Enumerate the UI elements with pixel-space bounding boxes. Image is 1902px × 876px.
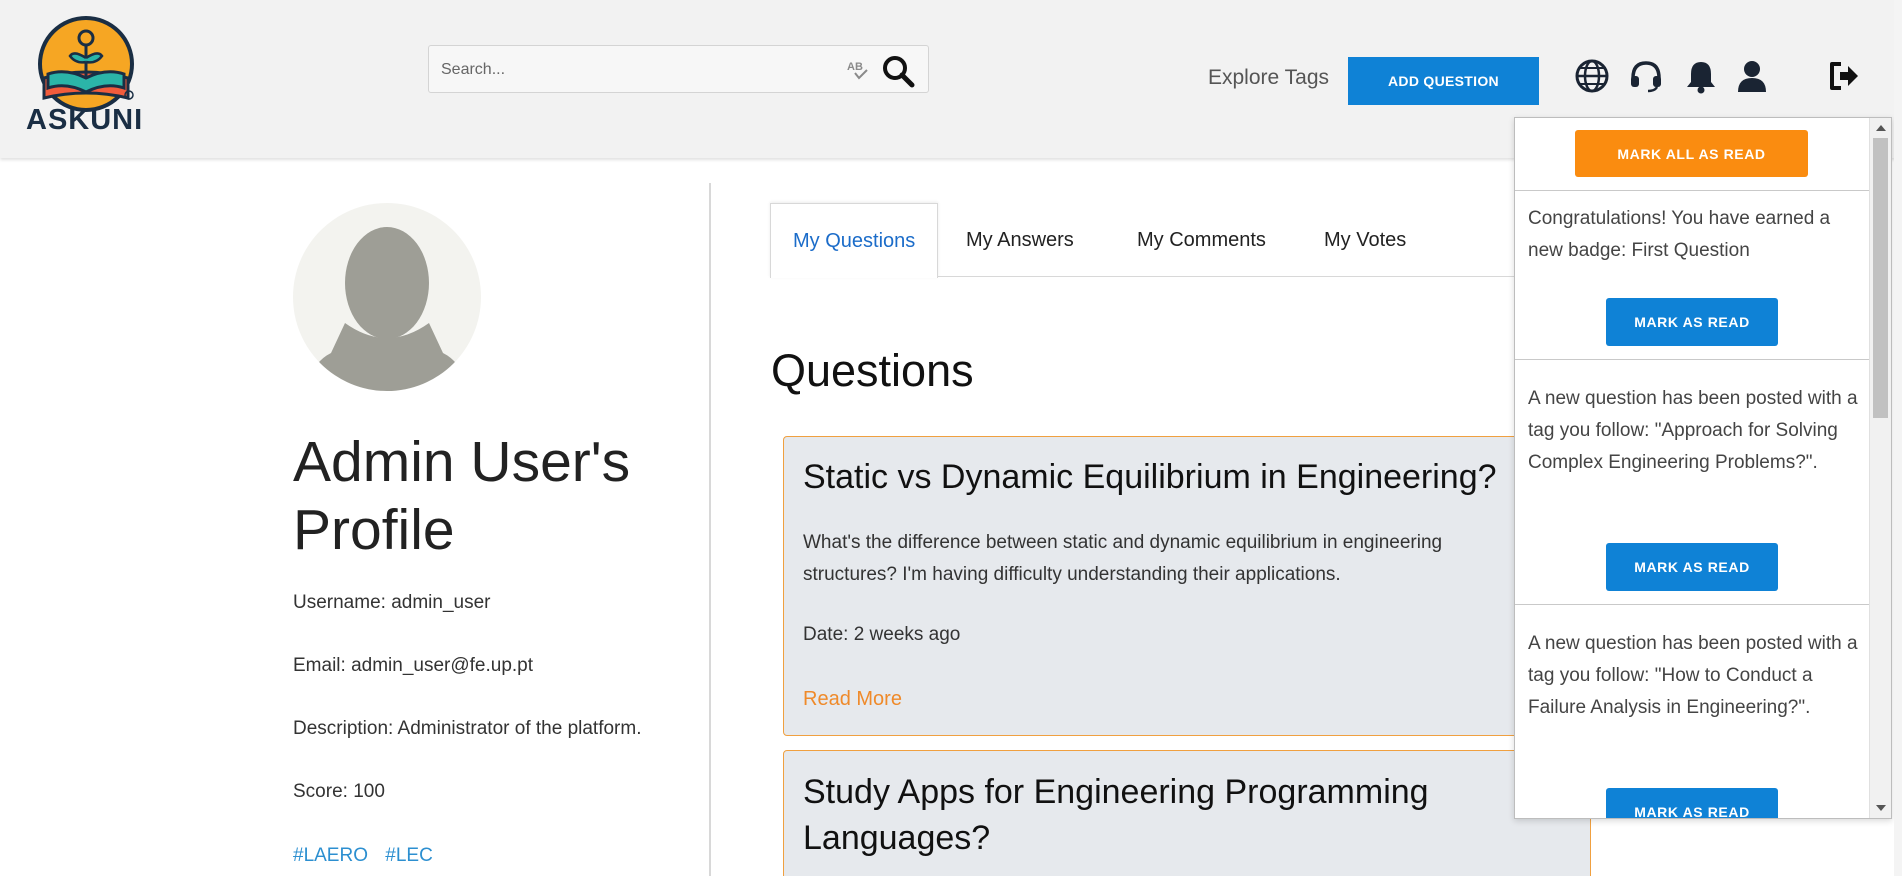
question-card: Static vs Dynamic Equilibrium in Enginee… bbox=[783, 436, 1591, 736]
section-title: Questions bbox=[771, 345, 974, 396]
svg-text:AB: AB bbox=[847, 61, 863, 73]
logo-text: ASKUNI bbox=[26, 104, 144, 136]
profile-tabs: My Questions My Answers My Comments My V… bbox=[770, 203, 1590, 278]
notification-message: A new question has been posted with a ta… bbox=[1528, 633, 1858, 718]
mark-as-read-button[interactable]: MARK AS READ bbox=[1606, 543, 1778, 591]
mark-as-read-button[interactable]: MARK AS READ bbox=[1606, 788, 1778, 818]
tag-link[interactable]: #LEC bbox=[385, 845, 433, 866]
globe-icon[interactable] bbox=[1574, 58, 1610, 94]
search-input[interactable] bbox=[441, 58, 821, 82]
profile-score: Score: 100 bbox=[293, 781, 385, 802]
profile-username: Username: admin_user bbox=[293, 592, 491, 613]
profile-description: Description: Administrator of the platfo… bbox=[293, 718, 642, 739]
explore-tags-link[interactable]: Explore Tags bbox=[1208, 66, 1329, 90]
mark-as-read-button[interactable]: MARK AS READ bbox=[1606, 298, 1778, 346]
page-scrollbar[interactable] bbox=[1894, 0, 1902, 876]
divider bbox=[1515, 604, 1869, 605]
profile-title: Admin User's Profile bbox=[293, 430, 631, 562]
dropdown-scrollbar[interactable] bbox=[1869, 118, 1891, 818]
profile-tags: #LAERO #LEC bbox=[293, 845, 445, 867]
divider bbox=[1515, 359, 1869, 360]
tab-my-votes[interactable]: My Votes bbox=[1302, 203, 1428, 277]
tag-link[interactable]: #LAERO bbox=[293, 845, 368, 866]
scroll-thumb[interactable] bbox=[1873, 138, 1888, 418]
column-divider bbox=[709, 183, 711, 876]
tab-my-comments[interactable]: My Comments bbox=[1115, 203, 1288, 277]
user-icon[interactable] bbox=[1734, 58, 1770, 94]
divider bbox=[1515, 190, 1869, 191]
scroll-down-icon[interactable] bbox=[1876, 805, 1886, 811]
profile-avatar bbox=[293, 203, 481, 391]
notification-message: A new question has been posted with a ta… bbox=[1528, 388, 1858, 473]
question-card: Study Apps for Engineering Programming L… bbox=[783, 750, 1591, 876]
search-icon[interactable] bbox=[881, 54, 915, 88]
headset-icon[interactable] bbox=[1628, 58, 1664, 94]
logout-icon[interactable] bbox=[1826, 58, 1862, 94]
notification-message: Congratulations! You have earned a new b… bbox=[1528, 208, 1831, 261]
question-body: What's the difference between static and… bbox=[803, 532, 1443, 585]
spellcheck-icon: AB bbox=[847, 61, 868, 80]
tab-my-questions[interactable]: My Questions bbox=[770, 203, 939, 278]
bell-icon[interactable] bbox=[1683, 58, 1719, 94]
avatar-silhouette-icon bbox=[306, 227, 468, 391]
question-title[interactable]: Study Apps for Engineering Programming L… bbox=[803, 769, 1443, 861]
scroll-up-icon[interactable] bbox=[1876, 125, 1886, 131]
profile-email: Email: admin_user@fe.up.pt bbox=[293, 655, 534, 676]
question-date: Date: 2 weeks ago bbox=[803, 624, 961, 645]
notifications-dropdown: MARK ALL AS READ Congratulations! You ha… bbox=[1514, 117, 1892, 819]
add-question-button[interactable]: ADD QUESTION bbox=[1348, 57, 1539, 105]
mark-all-as-read-button[interactable]: MARK ALL AS READ bbox=[1575, 130, 1808, 177]
read-more-link[interactable]: Read More bbox=[803, 688, 902, 711]
question-title[interactable]: Static vs Dynamic Equilibrium in Enginee… bbox=[803, 454, 1497, 500]
search-bar: AB bbox=[428, 45, 929, 93]
tab-my-answers[interactable]: My Answers bbox=[944, 203, 1096, 277]
